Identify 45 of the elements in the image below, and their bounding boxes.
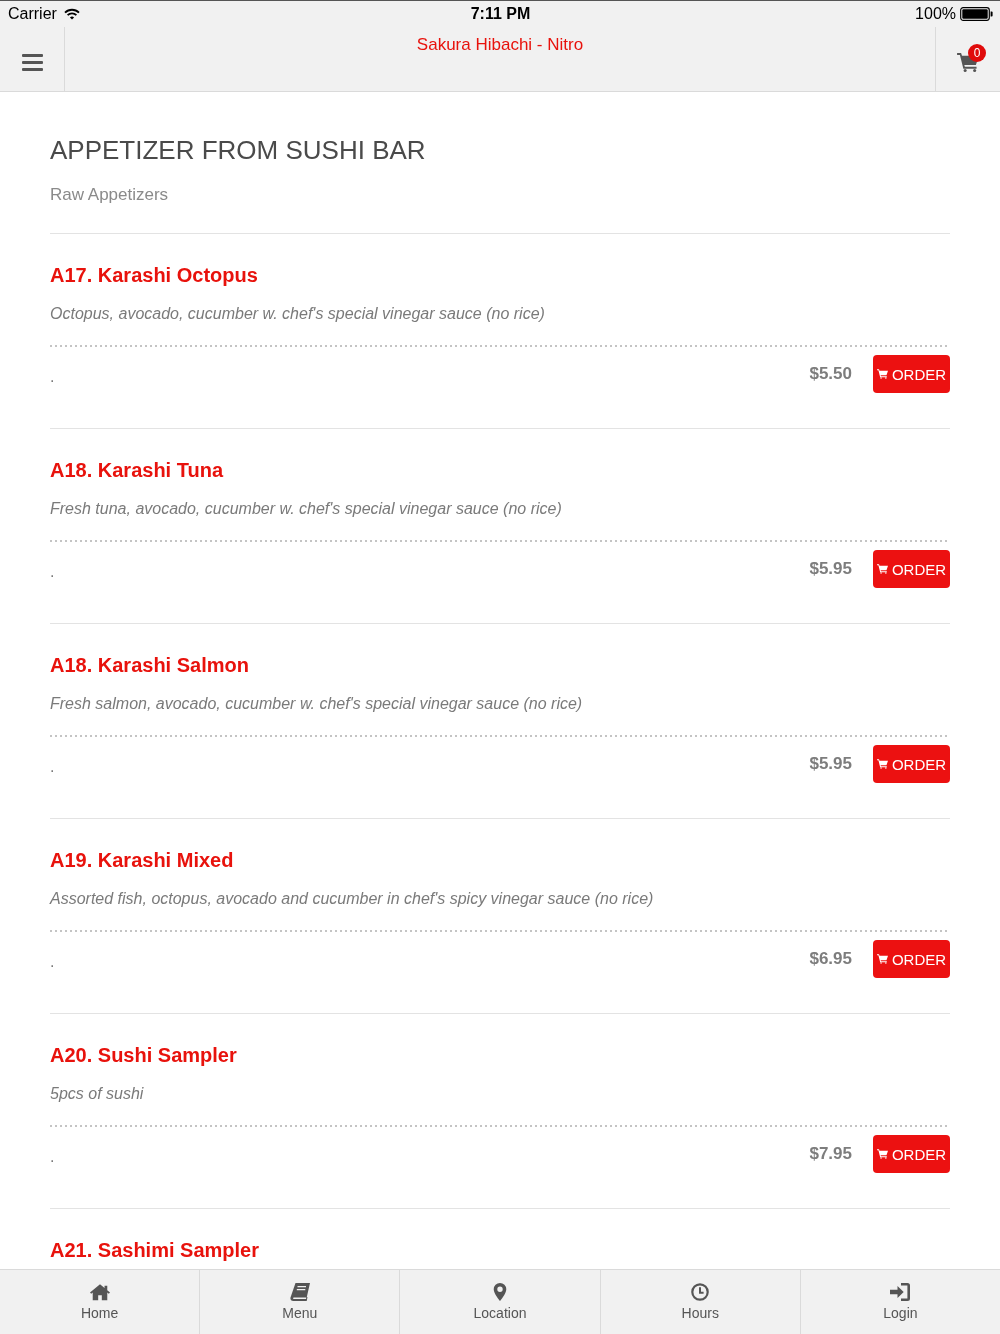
- order-button[interactable]: ORDER: [873, 550, 950, 588]
- cart-icon: [876, 564, 888, 574]
- item-description: 5pcs of sushi: [50, 1084, 145, 1104]
- item-price: $5.50: [809, 364, 852, 384]
- item-title: A17. Karashi Octopus: [50, 263, 259, 287]
- battery-icon: [960, 7, 993, 21]
- sign-in-icon: [890, 1283, 911, 1301]
- dot-label: .: [50, 1147, 56, 1167]
- cart-icon: [876, 369, 888, 379]
- status-time: 7:11 PM: [470, 5, 531, 23]
- dot-label: .: [50, 562, 56, 582]
- battery-percent: 100%: [915, 5, 956, 23]
- item-price: $5.95: [809, 559, 852, 579]
- item-description: Fresh salmon, avocado, cucumber w. chef's special vinegar sauce (no rice): [50, 694, 584, 714]
- item-title: A20. Sushi Sampler: [50, 1043, 238, 1067]
- cart-icon: [876, 1149, 888, 1159]
- dot-label: .: [50, 952, 56, 972]
- item-description: Assorted fish, octopus, avocado and cucumber in chef's spicy vinegar sauce (no rice): [50, 889, 655, 909]
- item-title: A19. Karashi Mixed: [50, 848, 235, 872]
- home-icon: [89, 1283, 110, 1301]
- item-title: A21. Sashimi Sampler: [50, 1238, 260, 1262]
- restaurant-title: Sakura Hibachi - Nitro: [415, 34, 585, 56]
- item-description: Octopus, avocado, cucumber w. chef's special vinegar sauce (no rice): [50, 304, 546, 324]
- wifi-icon: [63, 8, 80, 20]
- section-subtitle: Raw Appetizers: [50, 184, 170, 206]
- item-price: $5.95: [809, 754, 852, 774]
- item-title: A18. Karashi Tuna: [50, 458, 225, 482]
- carrier-name: Carrier: [8, 5, 57, 23]
- dot-label: .: [50, 367, 56, 387]
- item-price: $6.95: [809, 949, 852, 969]
- order-button[interactable]: ORDER: [873, 745, 950, 783]
- clock-icon: [690, 1283, 711, 1301]
- cart-icon: [876, 759, 888, 769]
- item-price: $7.95: [809, 1144, 852, 1164]
- order-button[interactable]: ORDER: [873, 355, 950, 393]
- item-description: Fresh tuna, avocado, cucumber w. chef's special vinegar sauce (no rice): [50, 499, 563, 519]
- dot-label: .: [50, 757, 56, 777]
- order-button[interactable]: ORDER: [873, 1135, 950, 1173]
- book-icon: [289, 1283, 310, 1301]
- order-button[interactable]: ORDER: [873, 940, 950, 978]
- section-title: APPETIZER FROM SUSHI BAR: [50, 134, 427, 166]
- cart-count-badge: 0: [968, 44, 986, 62]
- item-title: A18. Karashi Salmon: [50, 653, 250, 677]
- cart-icon: [876, 954, 888, 964]
- menu-icon: [21, 53, 43, 71]
